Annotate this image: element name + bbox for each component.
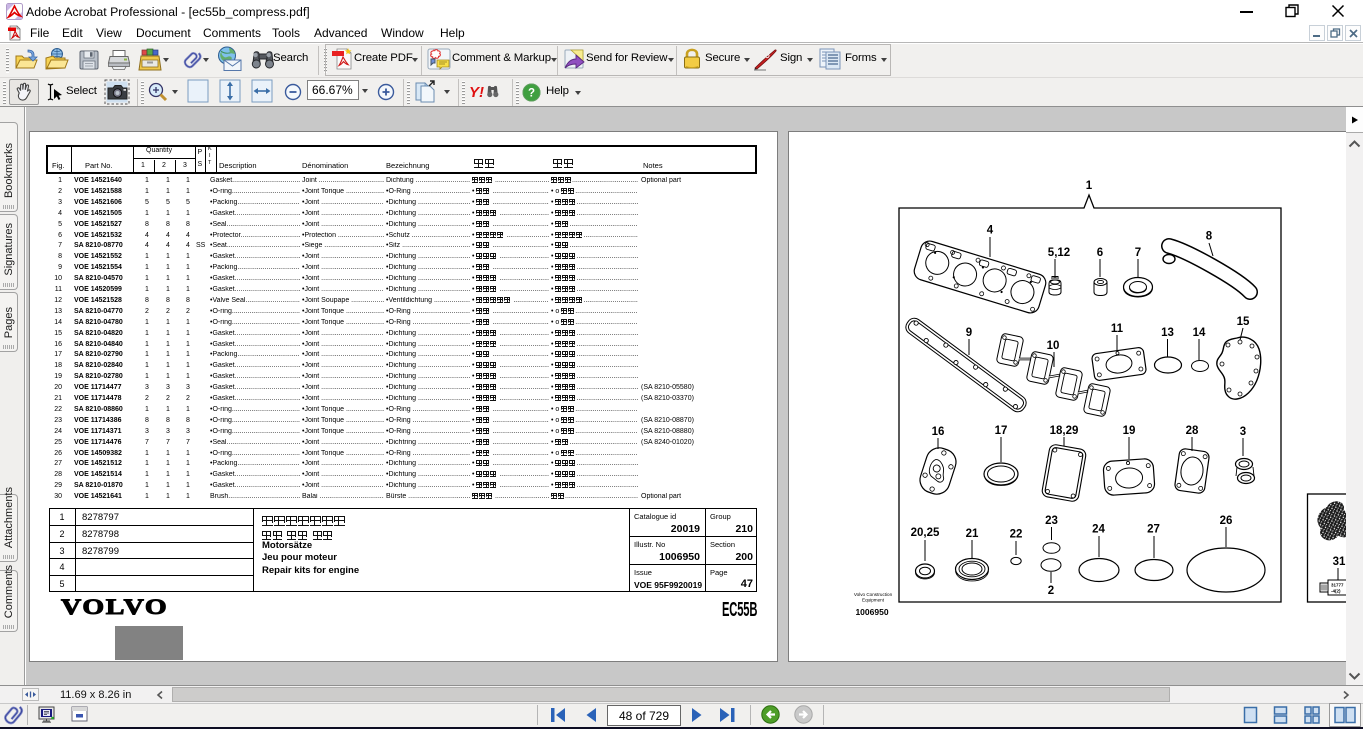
svg-text:Volvo Construction: Volvo Construction [854, 592, 893, 597]
svg-text:1: 1 [1086, 180, 1093, 192]
svg-text:11: 11 [1111, 323, 1124, 335]
svg-text:19: 19 [1123, 425, 1136, 437]
svg-text:-4(2): -4(2) [1331, 589, 1341, 594]
svg-text:5,12: 5,12 [1048, 247, 1070, 259]
svg-text:Equipment: Equipment [862, 598, 885, 603]
svg-text:18,29: 18,29 [1050, 425, 1079, 437]
svg-text:22: 22 [1010, 529, 1023, 541]
svg-text:24: 24 [1092, 524, 1105, 536]
svg-text:14: 14 [1193, 327, 1206, 339]
svg-text:10: 10 [1047, 340, 1060, 352]
svg-text:20,25: 20,25 [911, 527, 940, 539]
svg-text:4: 4 [987, 225, 994, 237]
svg-text:23: 23 [1045, 515, 1058, 527]
svg-text:31777: 31777 [1331, 583, 1344, 588]
svg-text:2: 2 [1048, 585, 1054, 597]
svg-text:13: 13 [1161, 327, 1174, 339]
svg-text:26: 26 [1220, 515, 1233, 527]
svg-text:3: 3 [1240, 426, 1246, 438]
svg-text:15: 15 [1237, 316, 1250, 328]
svg-text:16: 16 [932, 426, 945, 438]
svg-text:8: 8 [1206, 231, 1213, 243]
svg-text:31: 31 [1333, 556, 1346, 568]
svg-text:17: 17 [995, 425, 1008, 437]
svg-text:27: 27 [1147, 524, 1160, 536]
svg-text:21: 21 [966, 528, 979, 540]
svg-text:7: 7 [1135, 247, 1141, 259]
svg-text:6: 6 [1097, 247, 1103, 259]
svg-text:?: ? [528, 88, 535, 100]
svg-text:1006950: 1006950 [855, 607, 888, 617]
svg-text:28: 28 [1186, 425, 1199, 437]
svg-text:9: 9 [966, 327, 972, 339]
